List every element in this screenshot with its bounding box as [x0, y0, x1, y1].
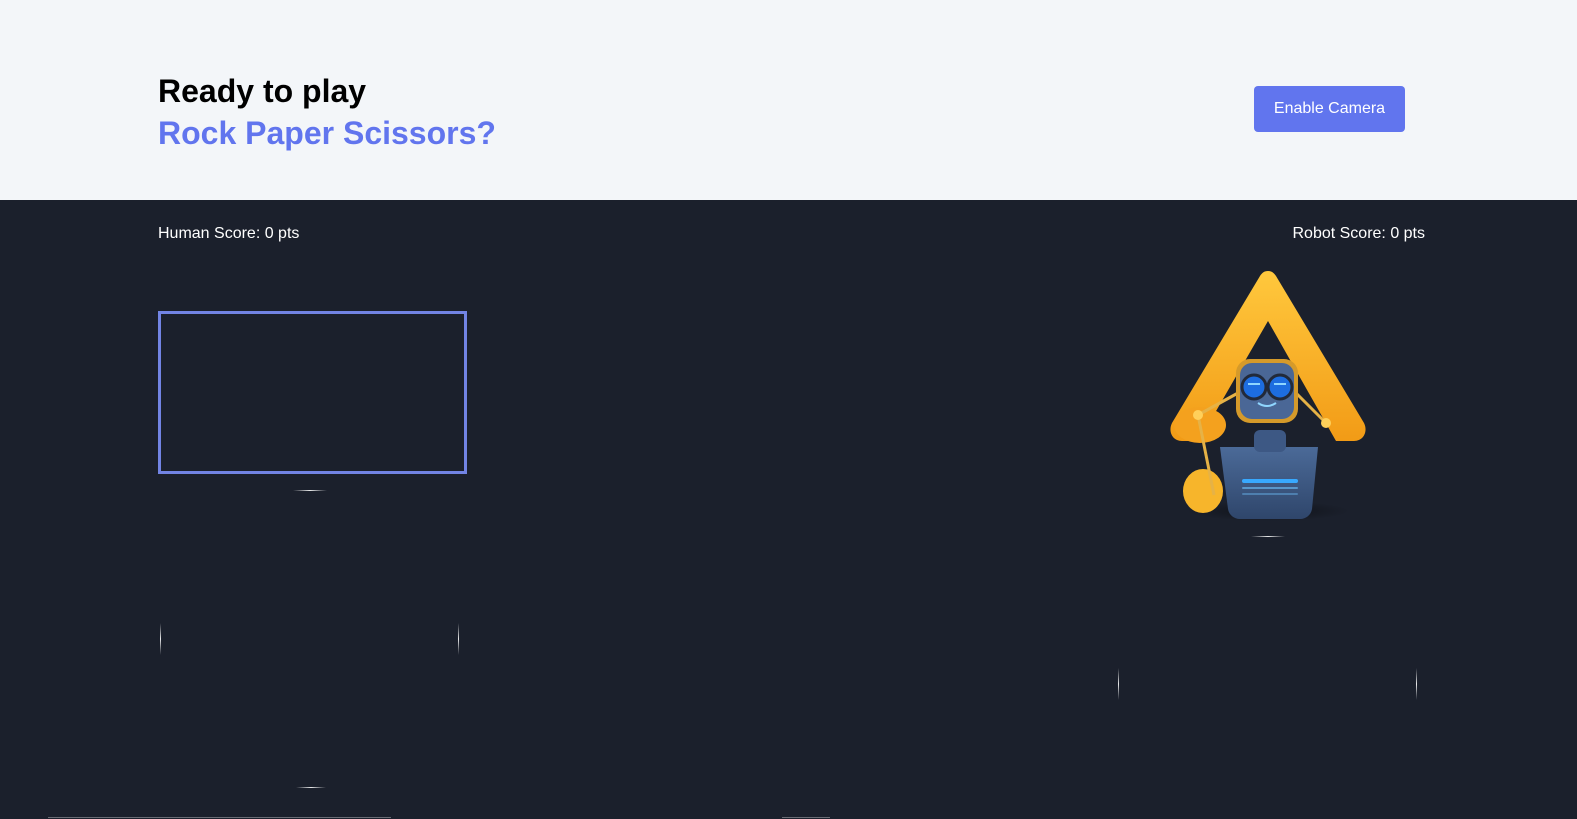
hero-title: Ready to play Rock Paper Scissors?: [158, 70, 496, 154]
hero-banner: Ready to play Rock Paper Scissors? Enabl…: [0, 0, 1577, 200]
robot-mascot-icon: [1170, 271, 1366, 521]
decorative-glint: [458, 623, 459, 655]
decorative-glint: [1118, 668, 1119, 700]
human-camera-frame: [158, 311, 467, 474]
decorative-glint: [160, 623, 161, 655]
bottom-divider: [782, 817, 830, 818]
decorative-glint: [1416, 668, 1417, 700]
enable-camera-button[interactable]: Enable Camera: [1254, 86, 1405, 132]
decorative-glint: [1251, 536, 1285, 537]
decorative-glint: [296, 787, 326, 788]
decorative-glint: [293, 490, 327, 491]
hero-title-line1: Ready to play: [158, 73, 367, 109]
human-score: Human Score: 0 pts: [158, 225, 300, 242]
hero-title-line2: Rock Paper Scissors?: [158, 115, 496, 151]
bottom-divider: [48, 817, 391, 818]
robot-score: Robot Score: 0 pts: [1292, 225, 1425, 242]
